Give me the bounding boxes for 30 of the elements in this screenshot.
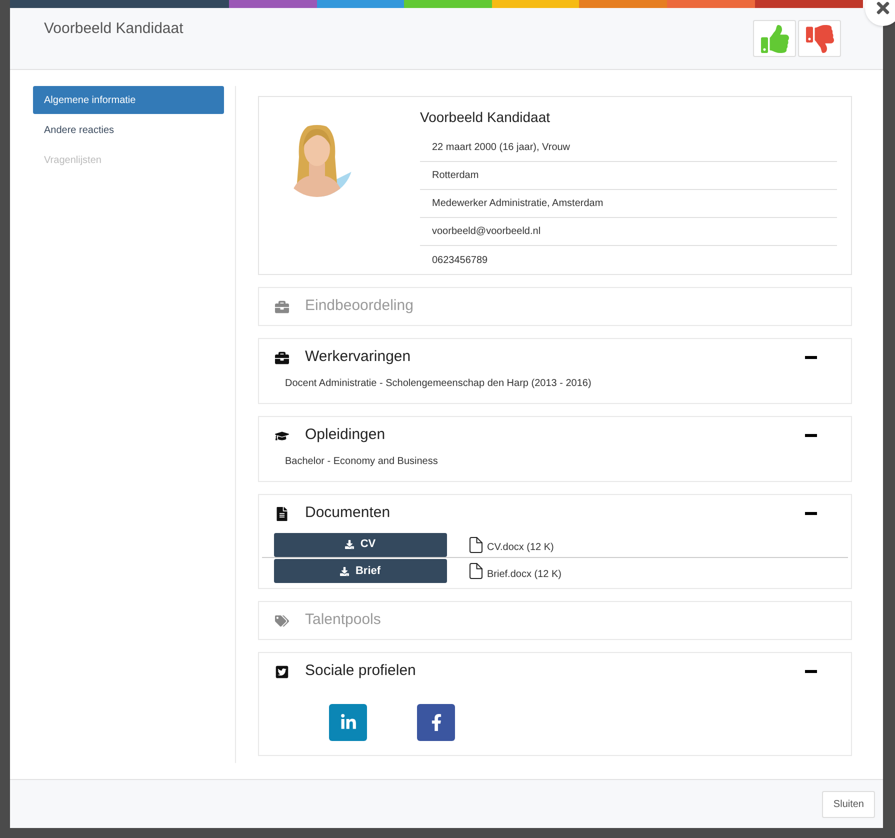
section-title[interactable]: Opleidingen [305,424,386,447]
section-text: Docent Administratie - Scholengemeenschap den Harp (2013 - 2016) [285,377,592,391]
thumbs-down-button[interactable] [798,20,841,57]
section-title[interactable]: Documenten [305,502,390,525]
section-title[interactable]: Werkervaringen [305,346,411,369]
profile-detail: Medewerker Administratie, Amsterdam [420,190,837,218]
modal-title: Voorbeeld Kandidaat [44,19,184,39]
close-button[interactable]: Sluiten [822,790,875,818]
download-button[interactable]: CV [274,532,447,556]
download-button[interactable]: Brief [274,559,447,583]
thumbs-up-button[interactable] [753,20,796,57]
sidebar-item[interactable]: Algemene informatie [33,86,224,114]
file-name[interactable]: CV.docx (12 K) [487,540,554,555]
profile-detail: voorbeeld@voorbeeld.nl [420,218,837,246]
file-icon [467,562,485,580]
profile-detail: Rotterdam [420,162,837,190]
profile-detail: 0623456789 [431,254,489,268]
facebook-icon[interactable] [417,704,455,741]
file-name[interactable]: Brief.docx (12 K) [487,566,562,582]
linkedin-icon[interactable] [329,704,367,741]
file-icon [467,536,485,554]
section-title: Eindbeoordeling [305,296,414,316]
candidate-name: Voorbeeld Kandidaat [420,108,551,127]
download-icon [340,566,350,576]
section-title: Talentpools [305,610,381,630]
profile-detail: 22 maart 2000 (16 jaar), Vrouw [420,134,837,162]
download-icon [345,540,354,549]
sidebar-item[interactable]: Andere reacties [33,116,224,144]
section-title[interactable]: Sociale profielen [305,660,416,683]
section-text: Bachelor - Economy and Business [285,455,439,469]
